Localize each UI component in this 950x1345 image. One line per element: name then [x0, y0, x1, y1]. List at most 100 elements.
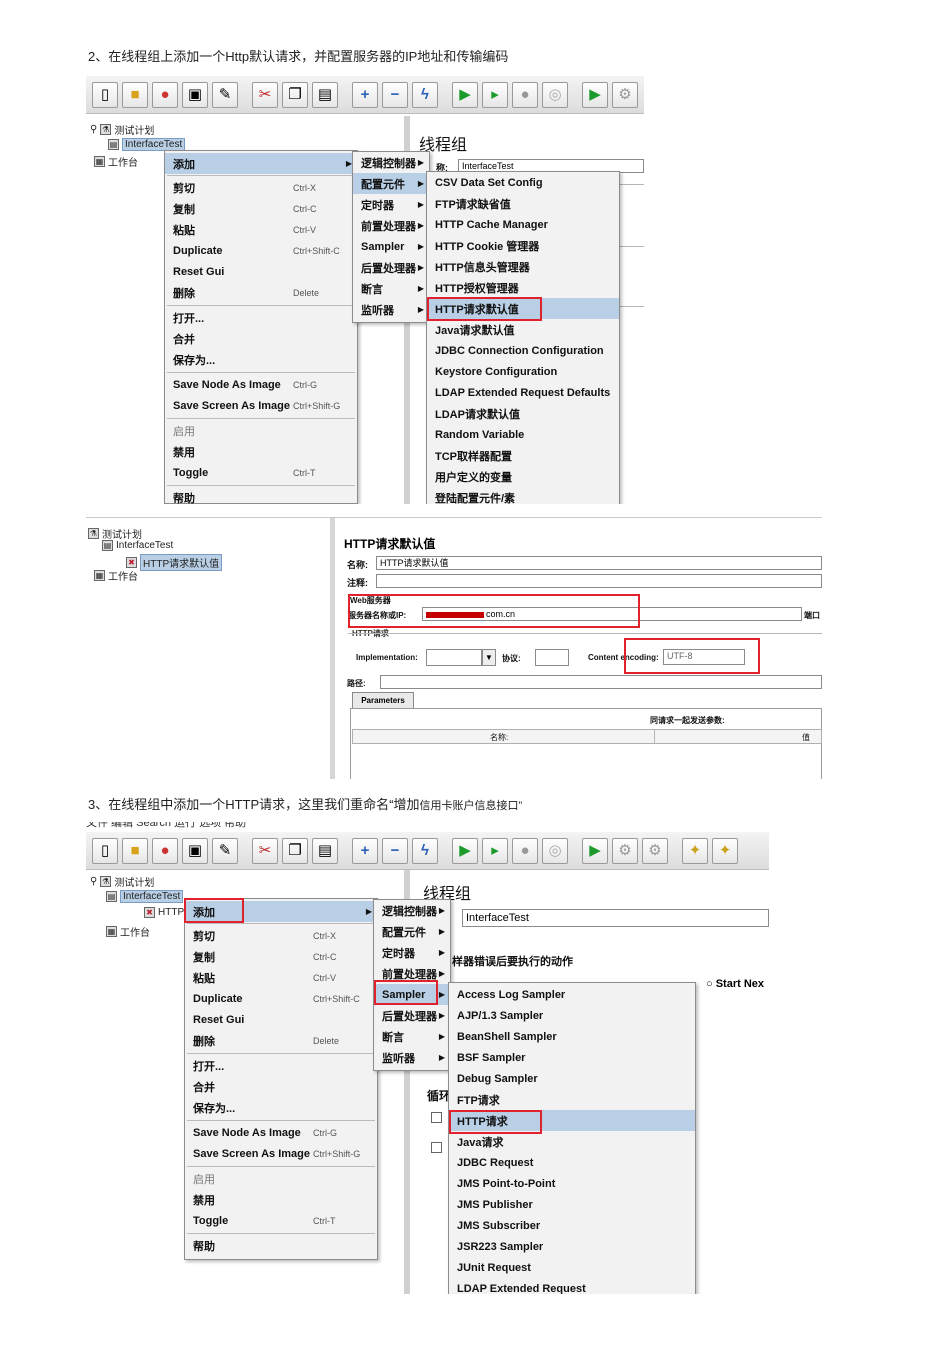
clear-icon[interactable]: ✦: [682, 837, 708, 864]
stop-icon[interactable]: ●: [512, 837, 538, 864]
start-no-pause-icon[interactable]: ▸: [482, 837, 508, 864]
save-as-icon[interactable]: ✎: [212, 837, 238, 864]
submenu-config-element[interactable]: 配置元件 ▶: [374, 921, 450, 942]
start-icon[interactable]: ▶: [452, 81, 478, 108]
dropdown-arrow-icon[interactable]: ▼: [482, 649, 496, 666]
cut-icon[interactable]: ✂: [252, 837, 278, 864]
menu-item-cut[interactable]: 剪切 Ctrl-X: [165, 177, 357, 198]
sampler-ldap-ext[interactable]: LDAP Extended Request: [449, 1278, 695, 1295]
new-icon[interactable]: ▯: [92, 837, 118, 864]
config-ftp-defaults[interactable]: FTP请求缺省值: [427, 193, 619, 214]
tree-node-thread-group[interactable]: ▤ InterfaceTest: [102, 540, 173, 551]
comment-field[interactable]: [376, 574, 822, 588]
menu-item-copy[interactable]: 复制 Ctrl-C: [185, 946, 377, 967]
menu-item-disable[interactable]: 禁用: [185, 1189, 377, 1210]
save-icon[interactable]: ▣: [182, 81, 208, 108]
menu-item-save-screen-image[interactable]: Save Screen As Image Ctrl+Shift-G: [165, 395, 357, 416]
tree-node-workbench[interactable]: ▦ 工作台: [94, 568, 138, 583]
start-no-pause-icon[interactable]: ▸: [482, 81, 508, 108]
menu-item-save-as[interactable]: 保存为...: [185, 1097, 377, 1118]
config-csv[interactable]: CSV Data Set Config: [427, 172, 619, 193]
expand-toggle-icon[interactable]: ⚲: [90, 124, 97, 135]
config-ldap-ext[interactable]: LDAP Extended Request Defaults: [427, 382, 619, 403]
tree-node-http-defaults[interactable]: ✖ HTTP请求默认值: [126, 554, 223, 571]
menu-item-add[interactable]: 添加 ▶: [165, 153, 357, 174]
radio-start-next[interactable]: ○ Start Nex: [706, 978, 764, 990]
config-cache-manager[interactable]: HTTP Cache Manager: [427, 214, 619, 235]
config-header-manager[interactable]: HTTP信息头管理器: [427, 256, 619, 277]
menu-item-save-as[interactable]: 保存为...: [165, 349, 357, 370]
config-user-vars[interactable]: 用户定义的变量: [427, 466, 619, 487]
menu-item-reset-gui[interactable]: Reset Gui: [165, 261, 357, 282]
sampler-jdbc[interactable]: JDBC Request: [449, 1152, 695, 1173]
menu-item-save-node-image[interactable]: Save Node As Image Ctrl-G: [185, 1122, 377, 1143]
menu-item-paste[interactable]: 粘贴 Ctrl-V: [165, 219, 357, 240]
sampler-beanshell[interactable]: BeanShell Sampler: [449, 1026, 695, 1047]
tree-node-test-plan[interactable]: ⚗ 测试计划: [88, 526, 142, 541]
collapse-icon[interactable]: −: [382, 81, 408, 108]
sampler-ajp[interactable]: AJP/1.3 Sampler: [449, 1005, 695, 1026]
submenu-assertion[interactable]: 断言 ▶: [374, 1026, 450, 1047]
menu-item-enable[interactable]: 启用: [165, 420, 357, 441]
submenu-config-element[interactable]: 配置元件 ▶: [353, 173, 429, 194]
menu-item-copy[interactable]: 复制 Ctrl-C: [165, 198, 357, 219]
paste-icon[interactable]: ▤: [312, 837, 338, 864]
submenu-listener[interactable]: 监听器 ▶: [353, 299, 429, 320]
shutdown-icon[interactable]: ◎: [542, 81, 568, 108]
name-field[interactable]: InterfaceTest: [462, 909, 769, 927]
config-java-defaults[interactable]: Java请求默认值: [427, 319, 619, 340]
menu-item-reset-gui[interactable]: Reset Gui: [185, 1009, 377, 1030]
collapse-icon[interactable]: −: [382, 837, 408, 864]
tree-node-test-plan[interactable]: ⚲ ⚗ 测试计划: [90, 122, 154, 137]
path-field[interactable]: [380, 675, 822, 689]
expand-icon[interactable]: +: [352, 81, 378, 108]
menu-item-toggle[interactable]: Toggle Ctrl-T: [165, 462, 357, 483]
config-cookie-manager[interactable]: HTTP Cookie 管理器: [427, 235, 619, 256]
name-field[interactable]: HTTP请求默认值: [376, 556, 822, 570]
menu-item-merge[interactable]: 合并: [185, 1076, 377, 1097]
tree-node-http-defaults[interactable]: ✖ HTTP: [144, 907, 184, 918]
submenu-post-processor[interactable]: 后置处理器 ▶: [374, 1005, 450, 1026]
save-as-icon[interactable]: ✎: [212, 81, 238, 108]
sampler-bsf[interactable]: BSF Sampler: [449, 1047, 695, 1068]
paste-icon[interactable]: ▤: [312, 81, 338, 108]
submenu-listener[interactable]: 监听器 ▶: [374, 1047, 450, 1068]
close-icon[interactable]: ●: [152, 81, 178, 108]
config-jdbc[interactable]: JDBC Connection Configuration: [427, 340, 619, 361]
sampler-java[interactable]: Java请求: [449, 1131, 695, 1152]
menu-item-cut[interactable]: 剪切 Ctrl-X: [185, 925, 377, 946]
menu-item-merge[interactable]: 合并: [165, 328, 357, 349]
start-icon[interactable]: ▶: [452, 837, 478, 864]
menu-item-toggle[interactable]: Toggle Ctrl-T: [185, 1210, 377, 1231]
submenu-post-processor[interactable]: 后置处理器 ▶: [353, 257, 429, 278]
menu-item-help[interactable]: 帮助: [165, 487, 357, 505]
sampler-jsr223[interactable]: JSR223 Sampler: [449, 1236, 695, 1257]
copy-icon[interactable]: ❐: [282, 81, 308, 108]
open-icon[interactable]: ■: [122, 837, 148, 864]
sampler-jms-subscriber[interactable]: JMS Subscriber: [449, 1215, 695, 1236]
menu-item-duplicate[interactable]: Duplicate Ctrl+Shift-C: [185, 988, 377, 1009]
config-auth-manager[interactable]: HTTP授权管理器: [427, 277, 619, 298]
remote-start-icon[interactable]: ▶: [582, 81, 608, 108]
toggle-icon[interactable]: ϟ: [412, 81, 438, 108]
submenu-logic-controller[interactable]: 逻辑控制器 ▶: [374, 900, 450, 921]
remote-stop-icon[interactable]: ⚙: [612, 837, 638, 864]
remote-stop-icon[interactable]: ⚙: [612, 81, 638, 108]
menu-item-open[interactable]: 打开...: [185, 1055, 377, 1076]
open-icon[interactable]: ■: [122, 81, 148, 108]
checkbox[interactable]: [431, 1142, 442, 1153]
stop-icon[interactable]: ●: [512, 81, 538, 108]
tree-node-workbench[interactable]: ▦ 工作台: [106, 924, 150, 939]
expand-icon[interactable]: +: [352, 837, 378, 864]
sampler-ftp[interactable]: FTP请求: [449, 1089, 695, 1110]
tree-node-workbench[interactable]: ▦ 工作台: [94, 154, 138, 169]
menu-item-delete[interactable]: 删除 Delete: [165, 282, 357, 303]
cut-icon[interactable]: ✂: [252, 81, 278, 108]
tab-parameters[interactable]: Parameters: [352, 692, 414, 708]
implementation-select[interactable]: [426, 649, 482, 666]
sampler-jms-p2p[interactable]: JMS Point-to-Point: [449, 1173, 695, 1194]
remote-shutdown-icon[interactable]: ⚙: [642, 837, 668, 864]
sampler-junit[interactable]: JUnit Request: [449, 1257, 695, 1278]
sampler-access-log[interactable]: Access Log Sampler: [449, 984, 695, 1005]
config-keystore[interactable]: Keystore Configuration: [427, 361, 619, 382]
